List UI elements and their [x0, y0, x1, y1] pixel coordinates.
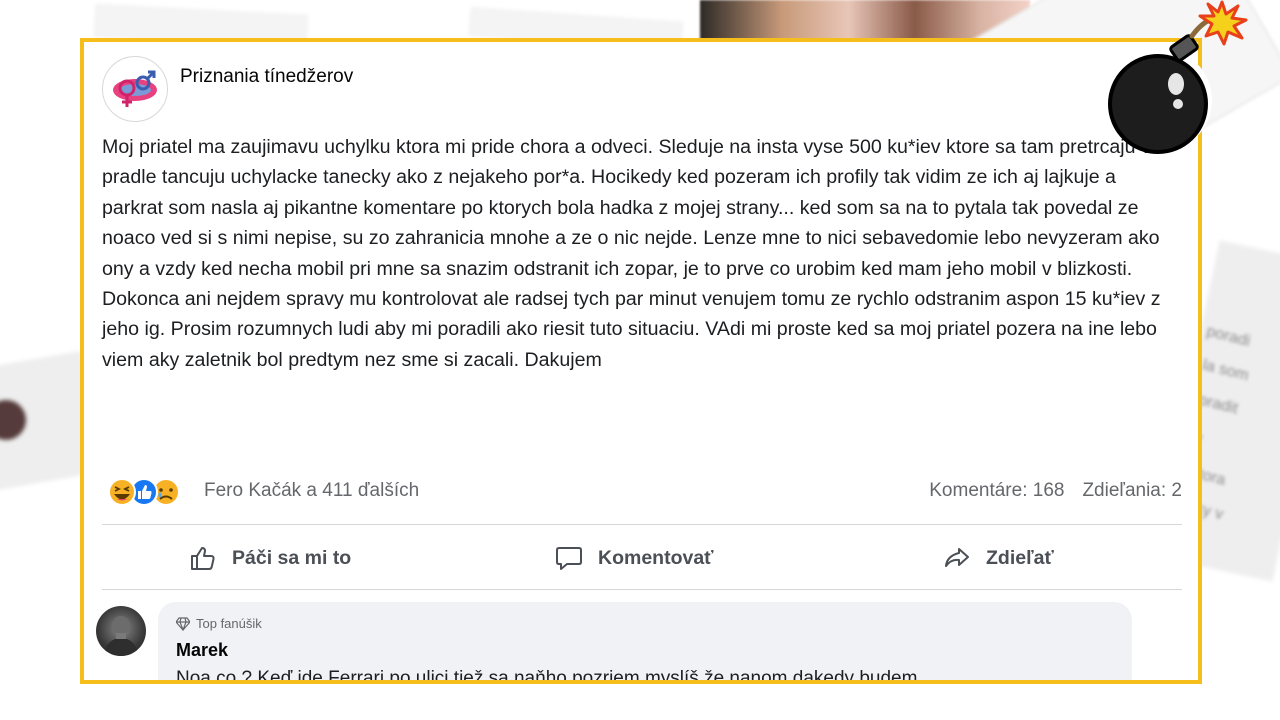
reactions-row: Fero Kačák a 411 ďalších Komentáre: 168 Z… [102, 474, 1182, 510]
shares-count[interactable]: Zdieľania: 2 [1082, 480, 1182, 501]
share-label: Zdieľať [986, 546, 1054, 569]
reaction-icons[interactable] [106, 477, 196, 506]
commenter-avatar[interactable] [96, 606, 146, 656]
thumbs-up-icon [191, 547, 215, 570]
share-arrow-icon [945, 548, 969, 567]
comment-label: Komentovať [598, 546, 714, 569]
post-card: Priznania tínedžerov Moj priatel ma zauj… [80, 38, 1202, 684]
top-fan-badge: Top fanúšik [176, 616, 262, 631]
page-name[interactable]: Priznania tínedžerov [180, 66, 353, 88]
divider [102, 524, 1182, 525]
reaction-names[interactable]: Fero Kačák a 411 ďalších [204, 480, 419, 502]
like-label: Páči sa mi to [232, 546, 352, 569]
badge-label: Top fanúšik [196, 616, 262, 631]
engagement-counts: Komentáre: 168 Zdieľania: 2 [911, 480, 1182, 502]
comment-button[interactable]: Komentovať [554, 538, 714, 578]
comments-count[interactable]: Komentáre: 168 [929, 480, 1064, 501]
share-button[interactable]: Zdieľať [942, 538, 1054, 578]
bomb-icon [1100, 0, 1260, 160]
like-button[interactable]: Páči sa mi to [188, 538, 351, 578]
haha-icon [108, 478, 136, 506]
comment-bubble: Top fanúšik Marek Noa co ? Keď ide Ferra… [158, 602, 1132, 684]
divider [102, 589, 1182, 590]
comment-icon [556, 547, 582, 570]
comment-text: Noa co ? Keď ide Ferrari po ulici tiež s… [176, 668, 918, 684]
page-avatar[interactable] [102, 56, 168, 122]
commenter-name[interactable]: Marek [176, 640, 228, 661]
diamond-icon [176, 616, 190, 631]
post-text: Moj priatel ma zaujimavu uchylku ktora m… [102, 136, 1161, 371]
